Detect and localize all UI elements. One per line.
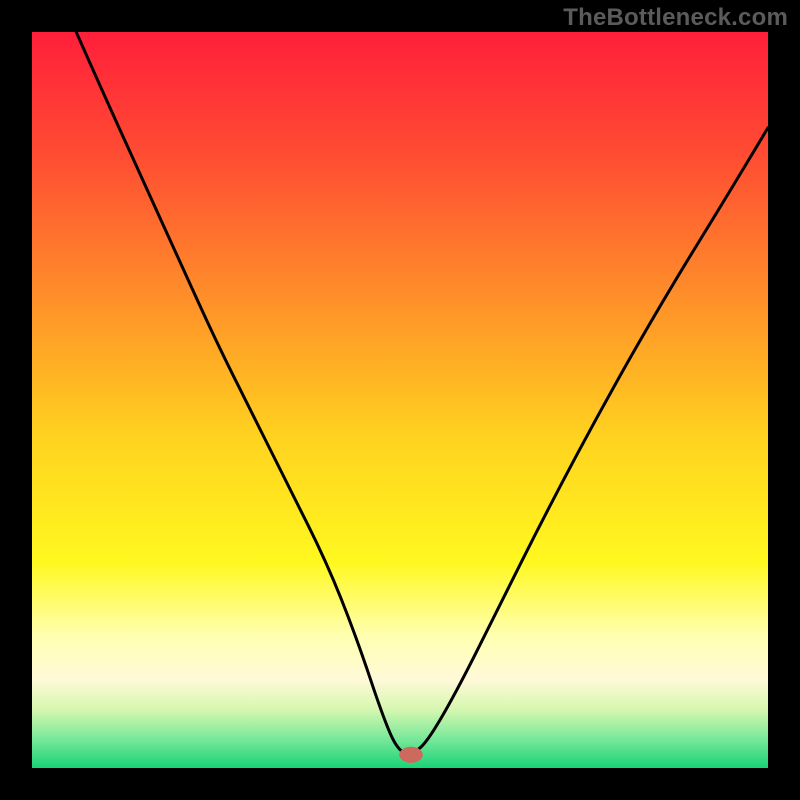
- plot-svg: [32, 32, 768, 768]
- watermark-text: TheBottleneck.com: [563, 4, 788, 32]
- bottleneck-plot: [32, 32, 768, 768]
- chart-frame: TheBottleneck.com: [0, 0, 800, 800]
